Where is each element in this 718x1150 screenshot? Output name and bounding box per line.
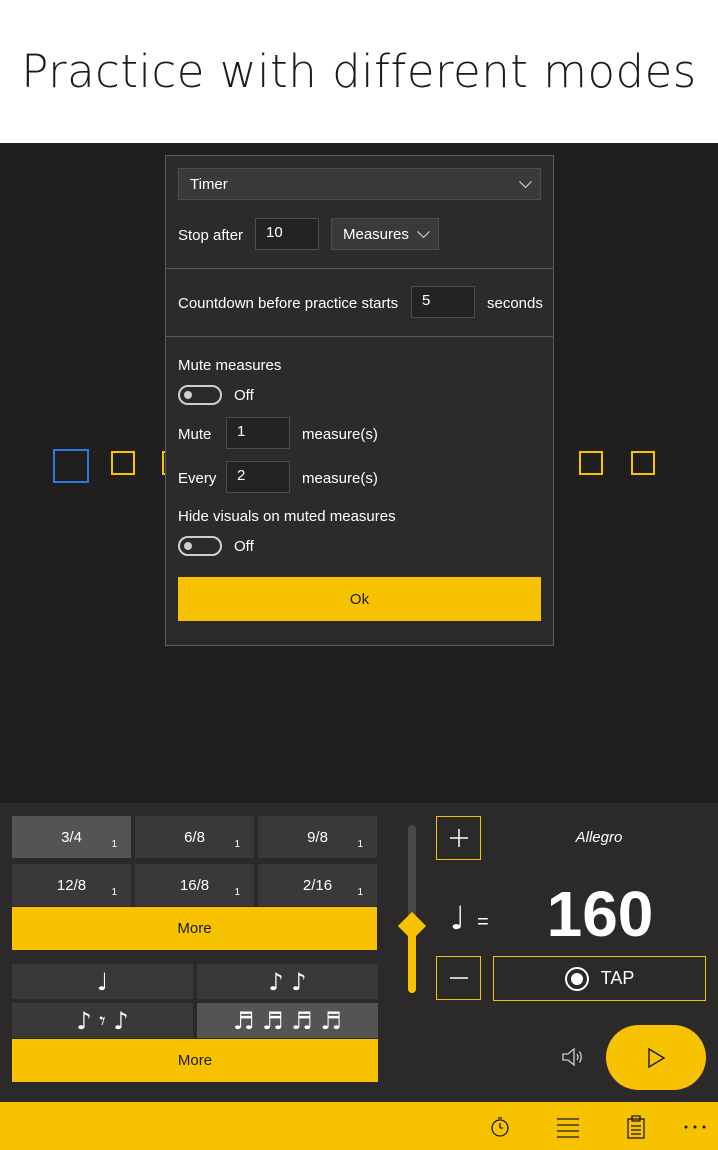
control-panel: 3/4 1 6/8 1 9/8 1 12/8 1 16/8 1 2/16 1 M… [0,803,718,1102]
mute-measures-label: Mute measures [178,357,282,374]
subdivision-eighths[interactable]: ♪ ♪ [197,964,378,999]
divider [166,336,553,337]
play-button[interactable] [606,1025,706,1090]
equals-sign: = [477,911,489,933]
mode-dropdown[interactable]: Timer [178,168,541,200]
countdown-label: Countdown before practice starts [178,295,399,312]
subdivision-eighth-rest-eighth[interactable]: ♪ 𝄾 ♪ [12,1003,193,1038]
clipboard-button[interactable] [621,1112,651,1142]
divider [166,268,553,269]
metronome-app: Timer Stop after 10 Measures Countdown b… [0,143,718,1150]
tap-label: TAP [600,968,635,988]
mute-count-input[interactable]: 1 [226,417,290,449]
mute-measures-state: Off [234,387,254,404]
countdown-unit: seconds [487,295,543,312]
clipboard-icon [627,1115,645,1139]
every-unit: measure(s) [302,470,378,487]
tempo-slider-thumb[interactable] [397,911,427,940]
minus-icon [449,977,468,979]
mute-label: Mute [178,426,212,443]
ok-button[interactable]: Ok [178,577,541,621]
hide-visuals-label: Hide visuals on muted measures [178,508,396,525]
chevron-down-icon [417,225,430,239]
hide-visuals-state: Off [234,538,254,555]
beat-indicator [579,451,603,475]
more-icon [684,1125,706,1129]
time-signature-2-16[interactable]: 2/16 1 [258,864,377,906]
command-bar [0,1102,718,1150]
beat-indicator-active [53,449,89,483]
timer-button[interactable] [485,1112,515,1142]
tap-target-icon [564,966,589,991]
every-count-input[interactable]: 2 [226,461,290,493]
subdivision-sixteenths[interactable]: ♬ ♬ ♬ ♬ [197,1003,378,1038]
practice-mode-dialog: Timer Stop after 10 Measures Countdown b… [165,155,554,646]
time-signature-12-8[interactable]: 12/8 1 [12,864,131,906]
tempo-increase-button[interactable] [436,816,481,860]
more-time-signatures-button[interactable]: More [12,907,377,950]
stop-unit-dropdown[interactable]: Measures [331,218,439,250]
time-signature-6-8[interactable]: 6/8 1 [135,816,254,858]
timer-icon [491,1117,509,1137]
time-signature-16-8[interactable]: 16/8 1 [135,864,254,906]
plus-icon [449,829,468,847]
more-options-button[interactable] [680,1112,710,1142]
hide-visuals-toggle[interactable] [178,536,222,556]
tap-tempo-button[interactable]: TAP [493,956,706,1001]
list-button[interactable] [553,1112,583,1142]
every-label: Every [178,470,217,487]
countdown-input[interactable]: 5 [411,286,475,318]
beat-indicator [111,451,135,475]
quarter-note-icon: ♩ [450,899,466,937]
mute-measures-toggle[interactable] [178,385,222,405]
volume-icon[interactable] [560,1046,584,1068]
tempo-decrease-button[interactable] [436,956,481,1000]
tempo-name: Allegro [575,829,623,846]
stop-unit-value: Measures [343,225,409,243]
mode-dropdown-value: Timer [190,175,228,193]
beat-indicator [631,451,655,475]
headline: Practice with different modes [0,0,718,143]
bpm-value: 160 [546,878,654,950]
stop-after-input[interactable]: 10 [255,218,319,250]
more-subdivisions-button[interactable]: More [12,1039,378,1082]
mute-unit: measure(s) [302,426,378,443]
list-icon [557,1118,579,1138]
time-signature-3-4[interactable]: 3/4 1 [12,816,131,858]
chevron-down-icon [519,175,532,189]
subdivision-quarter[interactable]: ♩ [12,964,193,999]
time-signature-9-8[interactable]: 9/8 1 [258,816,377,858]
play-icon [648,1047,666,1068]
stop-after-label: Stop after [178,227,244,244]
